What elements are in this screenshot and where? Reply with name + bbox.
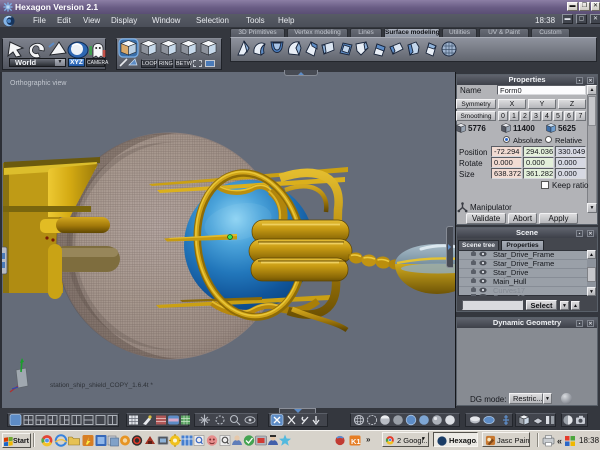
svg-text:Main_Hull: Main_Hull <box>493 277 527 286</box>
svg-text:Curves18: Curves18 <box>493 293 525 296</box>
svg-text:Star_Drive: Star_Drive <box>493 268 528 277</box>
svg-text:station_ship_shield_COPY_1.6.4: station_ship_shield_COPY_1.6.4t * <box>50 382 153 389</box>
svg-text:K1: K1 <box>351 437 361 446</box>
svg-text:Star_Drive_Frame: Star_Drive_Frame <box>493 250 554 259</box>
svg-text:Orthographic view: Orthographic view <box>10 80 67 87</box>
svg-text:Star_Drive_Frame: Star_Drive_Frame <box>493 259 554 268</box>
svg-text:«: « <box>557 436 562 446</box>
